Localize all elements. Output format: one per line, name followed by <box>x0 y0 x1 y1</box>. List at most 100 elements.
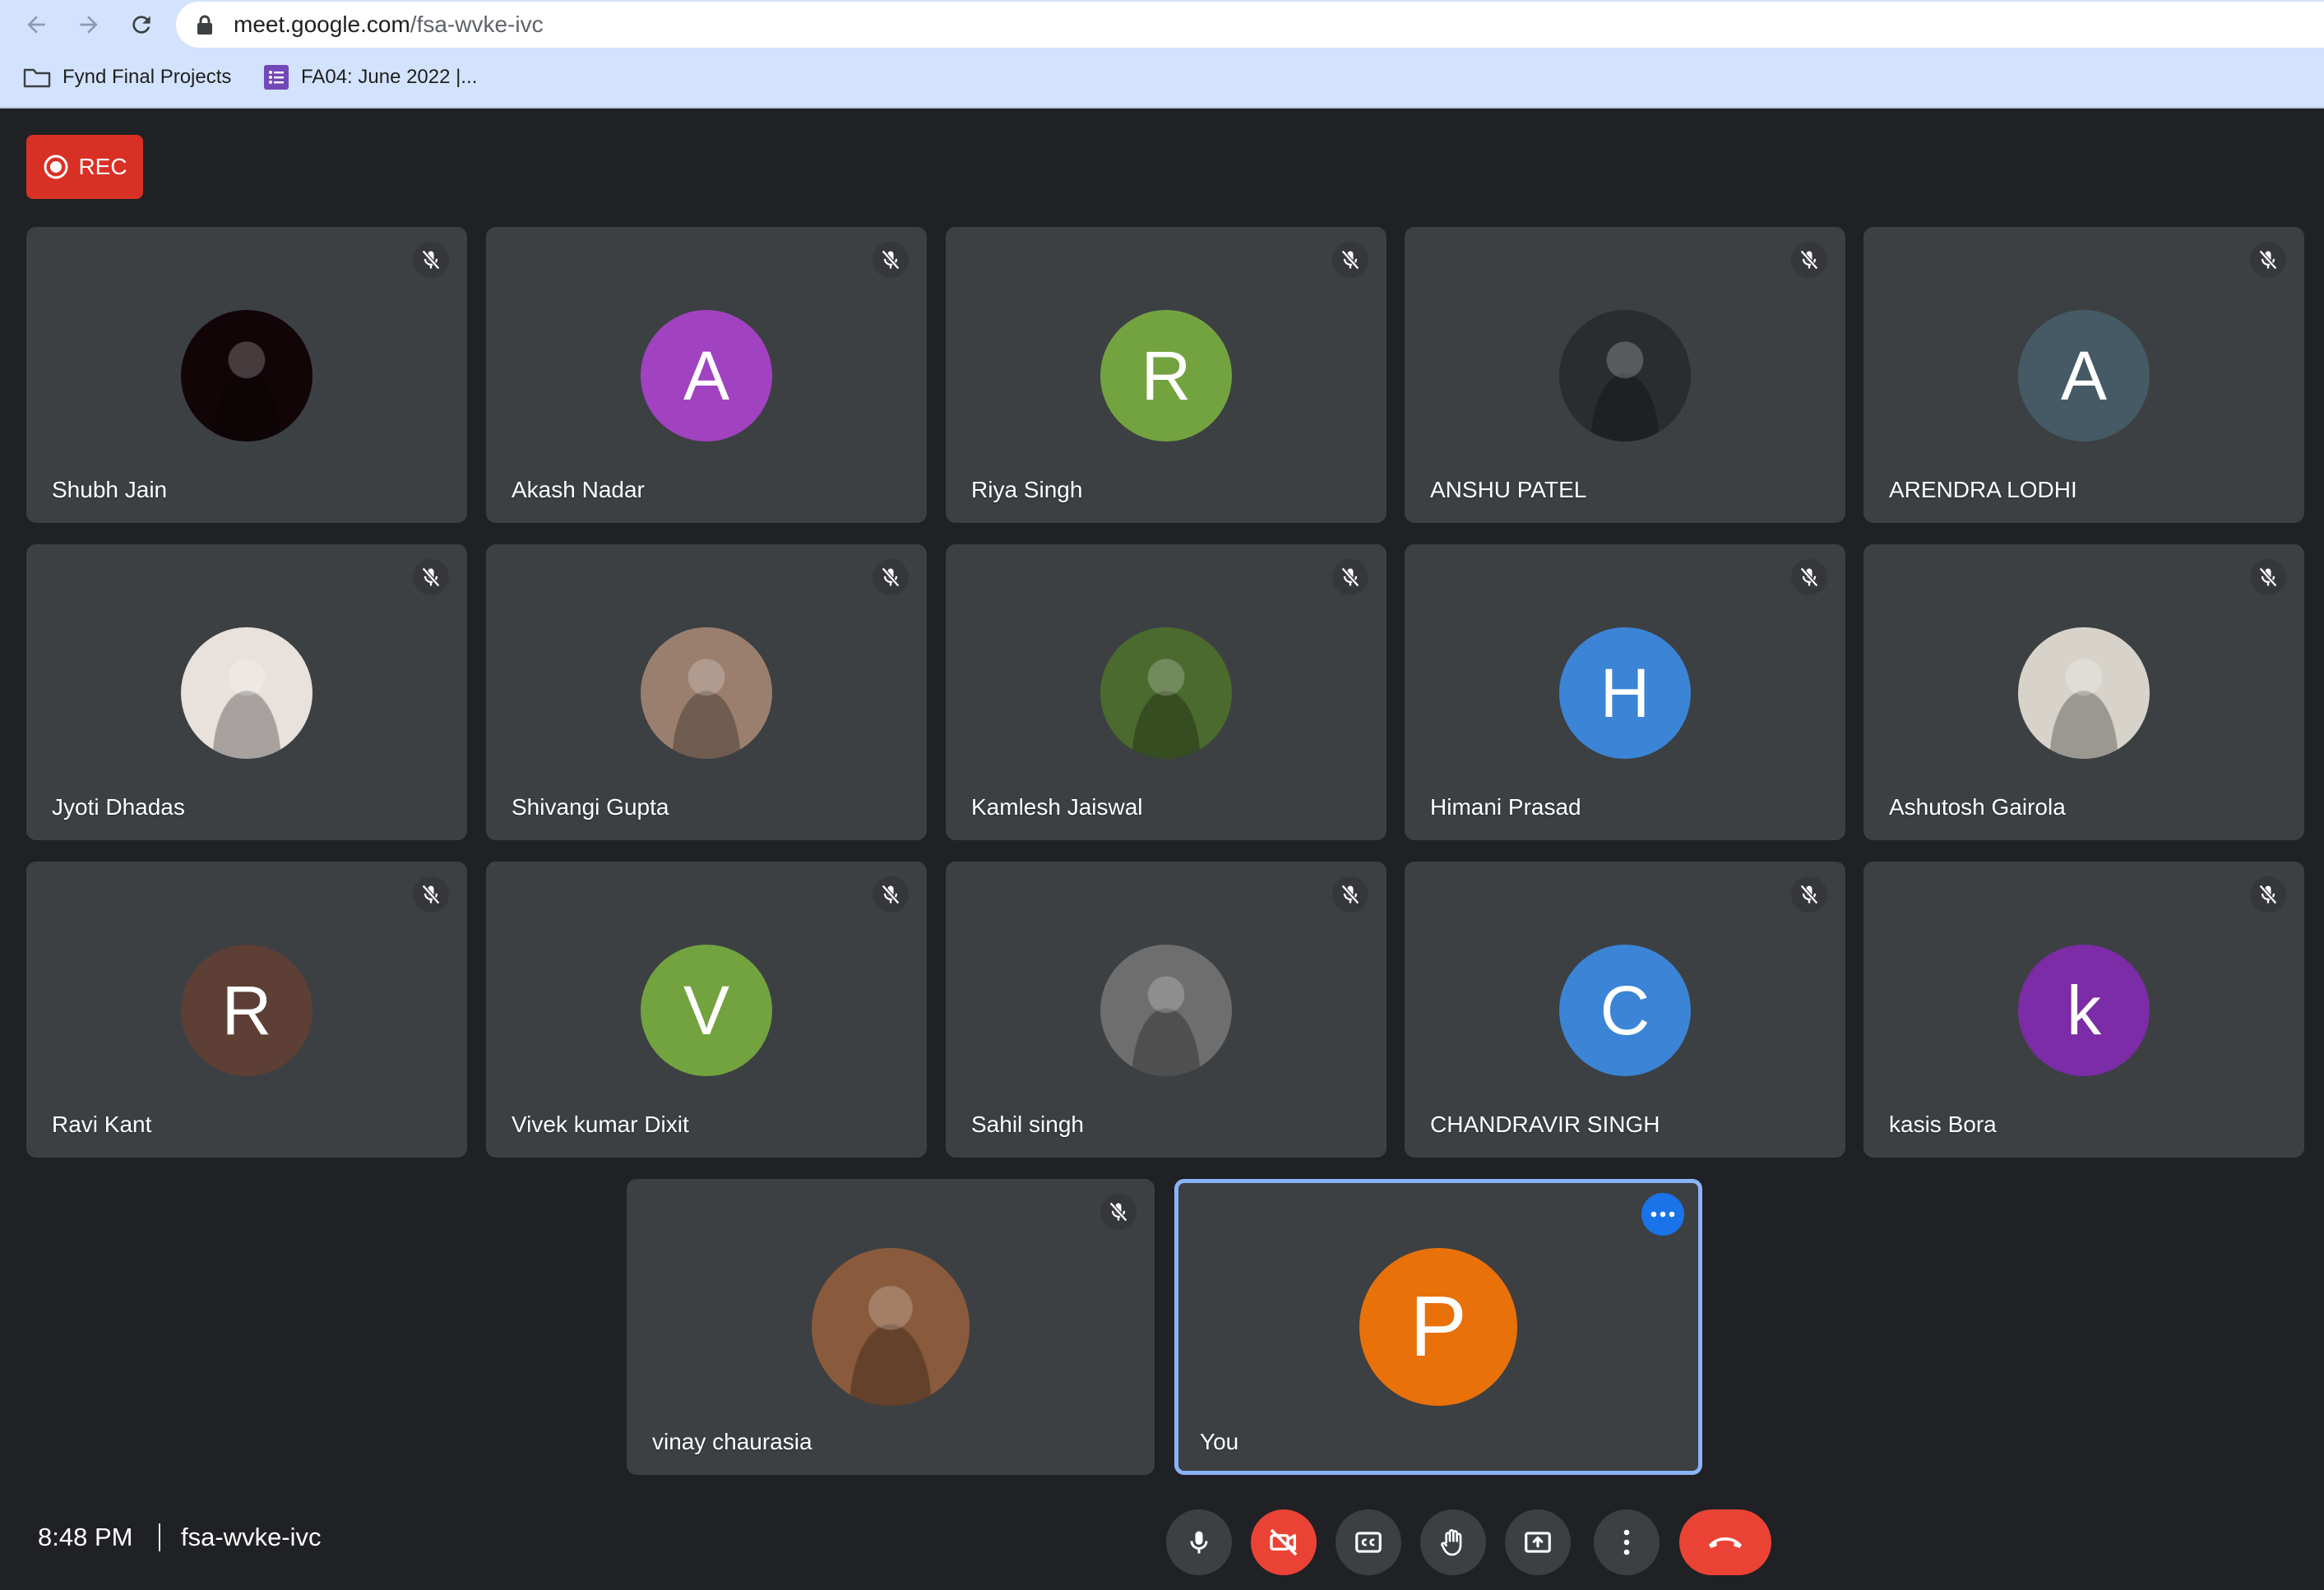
avatar-initial: R <box>1100 310 1232 441</box>
avatar-photo <box>181 310 312 441</box>
folder-icon <box>23 68 51 88</box>
participant-name: ARENDRA LODHI <box>1889 477 2077 502</box>
bookmark-label: Fynd Final Projects <box>62 66 232 88</box>
arrow-right-icon <box>80 16 98 34</box>
present-screen-icon <box>1525 1532 1551 1553</box>
participant-name: ANSHU PATEL <box>1430 477 1587 502</box>
meeting-time: 8:48 PM <box>38 1523 133 1551</box>
back-button[interactable] <box>18 8 54 41</box>
rec-label: REC <box>78 154 127 179</box>
lock-icon <box>197 15 212 35</box>
avatar-initial: A <box>641 310 772 441</box>
participant-tile-kasis-bora[interactable]: k kasis Bora <box>1863 862 2304 1158</box>
end-call-icon <box>1709 1537 1742 1548</box>
microphone-icon <box>1190 1531 1208 1554</box>
more-vert-icon <box>1623 1529 1630 1555</box>
time-code-divider <box>159 1523 160 1551</box>
avatar-photo <box>641 627 772 759</box>
participant-tile-arendra-lodhi[interactable]: A ARENDRA LODHI <box>1863 227 2304 523</box>
forward-button[interactable] <box>71 8 107 41</box>
self-name: You <box>1200 1429 1239 1454</box>
more-options-icon[interactable] <box>1641 1193 1684 1236</box>
avatar-initial-letter: k <box>2067 971 2101 1049</box>
mic-button[interactable] <box>1166 1509 1232 1575</box>
avatar-initial: V <box>641 945 772 1076</box>
avatar-initial: R <box>181 945 312 1076</box>
mic-muted-icon <box>872 559 909 595</box>
avatar-initial: H <box>1559 627 1691 759</box>
participant-tile-ashutosh-gairola[interactable]: Ashutosh Gairola <box>1863 544 2304 840</box>
mic-muted-icon <box>872 876 909 913</box>
participant-name: vinay chaurasia <box>652 1429 812 1454</box>
participant-tile-chandravir-singh[interactable]: C CHANDRAVIR SINGH <box>1405 862 1845 1158</box>
participant-name: Jyoti Dhadas <box>52 794 185 820</box>
bookmark-label: FA04: June 2022 |... <box>301 66 478 88</box>
more-options-button[interactable] <box>1594 1509 1660 1575</box>
present-button[interactable] <box>1505 1509 1571 1575</box>
avatar-initial-letter: C <box>1599 971 1650 1049</box>
url-host: meet.google.com <box>234 12 410 37</box>
avatar-initial-letter: H <box>1599 654 1650 732</box>
avatar-initial: A <box>2018 310 2150 441</box>
avatar-photo <box>1559 310 1691 441</box>
mic-muted-icon <box>1100 1194 1137 1230</box>
avatar-photo <box>1100 945 1232 1076</box>
mic-muted-icon <box>1331 242 1368 278</box>
avatar-initial-letter: R <box>1141 336 1192 414</box>
participant-tile-sahil-singh[interactable]: Sahil singh <box>946 862 1387 1158</box>
participant-name: Vivek kumar Dixit <box>512 1112 689 1137</box>
participant-tile-shivangi-gupta[interactable]: Shivangi Gupta <box>486 544 927 840</box>
participant-name: Ashutosh Gairola <box>1889 794 2066 820</box>
mic-muted-icon <box>1331 876 1368 913</box>
self-initial: P <box>1410 1278 1467 1375</box>
mic-muted-icon <box>1790 559 1827 595</box>
url-path: /fsa-wvke-ivc <box>410 12 544 37</box>
participant-tile-shubh-jain[interactable]: Shubh Jain <box>26 227 467 523</box>
address-bar[interactable]: meet.google.com/fsa-wvke-ivc <box>176 2 2324 48</box>
raise-hand-button[interactable] <box>1420 1509 1486 1575</box>
camera-button[interactable] <box>1251 1509 1317 1575</box>
bookmark-fa04[interactable]: FA04: June 2022 |... <box>263 58 477 97</box>
participant-name: CHANDRAVIR SINGH <box>1430 1112 1660 1137</box>
meeting-code: fsa-wvke-ivc <box>181 1523 322 1551</box>
reload-button[interactable] <box>123 8 160 41</box>
participant-name: Shivangi Gupta <box>512 794 669 820</box>
google-forms-icon <box>264 65 289 90</box>
participant-name: Sahil singh <box>971 1112 1084 1137</box>
camera-off-icon <box>1270 1528 1298 1556</box>
participant-tile-anshu-patel[interactable]: ANSHU PATEL <box>1405 227 1845 523</box>
participant-tile-akash-nadar[interactable]: A Akash Nadar <box>486 227 927 523</box>
mic-muted-icon <box>2249 876 2286 913</box>
participant-name: Himani Prasad <box>1430 794 1581 820</box>
participant-tile-jyoti-dhadas[interactable]: Jyoti Dhadas <box>26 544 467 840</box>
raise-hand-icon <box>1441 1529 1462 1556</box>
reload-icon <box>132 16 150 34</box>
mic-muted-icon <box>412 559 449 595</box>
avatar-initial-letter: V <box>683 971 730 1049</box>
record-icon <box>44 155 68 179</box>
avatar-initial-letter: R <box>221 971 272 1049</box>
mic-muted-icon <box>2249 559 2286 595</box>
participant-tile-kamlesh-jaiswal[interactable]: Kamlesh Jaiswal <box>946 544 1387 840</box>
participant-tile-vivek-kumar-dixit[interactable]: V Vivek kumar Dixit <box>486 862 927 1158</box>
self-avatar: P <box>1359 1248 1517 1406</box>
closed-captions-icon <box>1355 1532 1382 1553</box>
participant-tile-himani-prasad[interactable]: H Himani Prasad <box>1405 544 1845 840</box>
mic-muted-icon <box>1331 559 1368 595</box>
mic-muted-icon <box>412 242 449 278</box>
bookmark-fynd-final-projects[interactable]: Fynd Final Projects <box>23 58 231 97</box>
avatar-photo <box>812 1248 970 1406</box>
participant-name: kasis Bora <box>1889 1112 1997 1137</box>
participant-name: Akash Nadar <box>512 477 645 502</box>
participant-tile-ravi-kant[interactable]: R Ravi Kant <box>26 862 467 1158</box>
participant-tile-vinay-chaurasia[interactable]: vinay chaurasia <box>627 1179 1155 1475</box>
leave-call-button[interactable] <box>1679 1509 1771 1575</box>
avatar-initial-letter: A <box>2060 336 2108 414</box>
participant-name: Shubh Jain <box>52 477 168 502</box>
self-tile[interactable]: P You <box>1174 1179 1702 1475</box>
arrow-left-icon <box>27 16 45 34</box>
avatar-initial: C <box>1559 945 1691 1076</box>
captions-button[interactable] <box>1336 1509 1401 1575</box>
participant-name: Ravi Kant <box>52 1112 152 1137</box>
participant-tile-riya-singh[interactable]: R Riya Singh <box>946 227 1387 523</box>
